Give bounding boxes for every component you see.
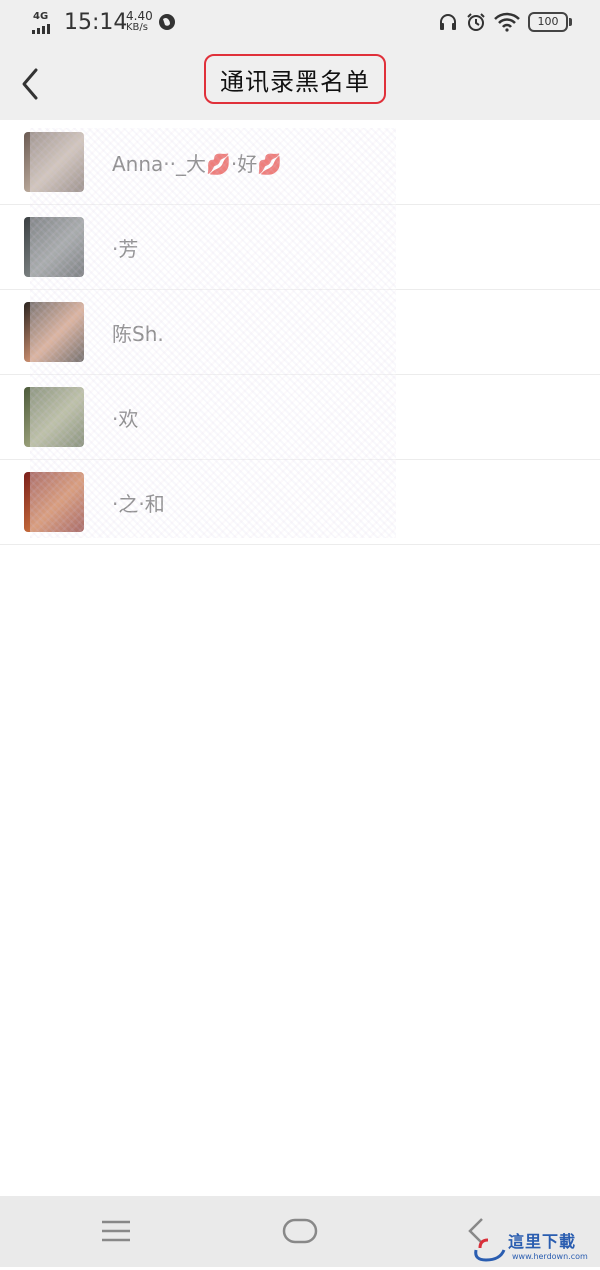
title-highlight: 通讯录黑名单 <box>204 54 386 104</box>
contact-avatar <box>24 302 84 362</box>
contact-row[interactable]: ·欢 <box>0 375 600 460</box>
network-speed: 4.40 KB/s <box>126 9 153 33</box>
contact-row[interactable]: 陈Sh. <box>0 290 600 375</box>
status-bar: 4G 15:14 4.40 KB/s 100 <box>0 0 600 48</box>
contact-avatar <box>24 387 84 447</box>
globe-icon <box>159 14 175 30</box>
network-type: 4G <box>33 11 49 22</box>
watermark-url: www.herdown.com <box>512 1252 588 1261</box>
battery-icon: 100 <box>528 12 572 32</box>
contact-name: ·之·和 <box>112 492 165 516</box>
watermark-logo: 這里下載 www.herdown.com <box>470 1226 598 1266</box>
contact-row[interactable]: ·芳 <box>0 205 600 290</box>
status-time: 15:14 <box>64 10 128 35</box>
page-title: 通讯录黑名单 <box>220 67 370 96</box>
menu-icon[interactable] <box>100 1216 132 1246</box>
watermark-swirl-icon <box>474 1238 506 1262</box>
contact-name: 陈Sh. <box>112 322 164 346</box>
contact-name: ·欢 <box>112 407 139 431</box>
contact-avatar <box>24 472 84 532</box>
headphones-icon <box>440 14 456 30</box>
contact-row[interactable]: ·之·和 <box>0 460 600 545</box>
contact-name: ·芳 <box>112 237 139 261</box>
contact-name: Anna··_大💋·好💋 <box>112 152 283 176</box>
contact-avatar <box>24 217 84 277</box>
back-arrow-icon[interactable] <box>16 66 46 102</box>
home-button[interactable] <box>282 1216 318 1246</box>
alarm-icon <box>467 13 485 31</box>
contact-row[interactable]: Anna··_大💋·好💋 <box>0 120 600 205</box>
app-header: 通讯录黑名单 <box>0 48 600 120</box>
wifi-icon <box>494 12 520 32</box>
blacklist-contact-list: Anna··_大💋·好💋 ·芳陈Sh. ·欢 ·之·和 <box>0 120 600 545</box>
cellular-signal-icon: 4G <box>32 11 58 34</box>
watermark-text: 這里下載 <box>508 1232 577 1251</box>
contact-avatar <box>24 132 84 192</box>
